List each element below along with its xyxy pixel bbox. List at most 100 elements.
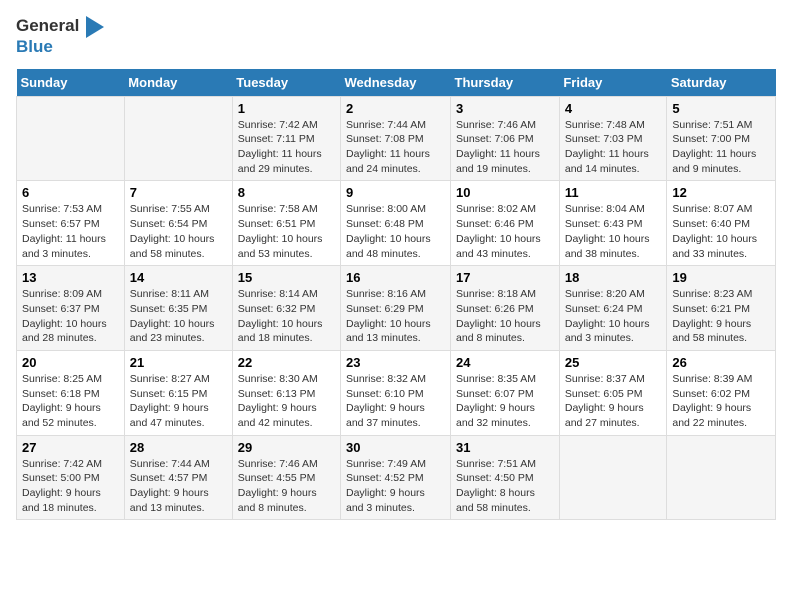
calendar-cell: 14Sunrise: 8:11 AM Sunset: 6:35 PM Dayli… bbox=[124, 266, 232, 351]
header-day-wednesday: Wednesday bbox=[341, 69, 451, 97]
calendar-cell: 19 Sunrise: 8:23 AM Sunset: 6:21 PM Dayli… bbox=[667, 266, 776, 351]
calendar-cell: 12 Sunrise: 8:07 AM Sunset: 6:40 PM Dayli… bbox=[667, 181, 776, 266]
day-number: 27 bbox=[22, 440, 119, 455]
day-info: Sunrise: 8:27 AM Sunset: 6:15 PM Dayligh… bbox=[130, 372, 227, 431]
day-number: 23 bbox=[346, 355, 445, 370]
day-number: 26 bbox=[672, 355, 770, 370]
header-day-friday: Friday bbox=[559, 69, 667, 97]
week-row-3: 13 Sunrise: 8:09 AM Sunset: 6:37 PM Dayli… bbox=[17, 266, 776, 351]
week-row-2: 6Sunrise: 7:53 AM Sunset: 6:57 PM Daylig… bbox=[17, 181, 776, 266]
calendar-cell: 27 Sunrise: 7:42 AM Sunset: 5:00 PM Dayli… bbox=[17, 435, 125, 520]
day-number: 1 bbox=[238, 101, 335, 116]
day-info: Sunrise: 8:00 AM Sunset: 6:48 PM Dayligh… bbox=[346, 202, 445, 261]
day-info: Sunrise: 8:30 AM Sunset: 6:13 PM Dayligh… bbox=[238, 372, 335, 431]
day-number: 20 bbox=[22, 355, 119, 370]
calendar-cell: 16Sunrise: 8:16 AM Sunset: 6:29 PM Dayli… bbox=[341, 266, 451, 351]
calendar-cell: 28Sunrise: 7:44 AM Sunset: 4:57 PM Dayli… bbox=[124, 435, 232, 520]
calendar-cell: 9 Sunrise: 8:00 AM Sunset: 6:48 PM Daylig… bbox=[341, 181, 451, 266]
calendar-cell: 21 Sunrise: 8:27 AM Sunset: 6:15 PM Dayli… bbox=[124, 350, 232, 435]
day-number: 6 bbox=[22, 185, 119, 200]
day-number: 13 bbox=[22, 270, 119, 285]
day-number: 16 bbox=[346, 270, 445, 285]
day-info: Sunrise: 7:58 AM Sunset: 6:51 PM Dayligh… bbox=[238, 202, 335, 261]
day-number: 15 bbox=[238, 270, 335, 285]
calendar-cell bbox=[124, 96, 232, 181]
calendar-cell: 4Sunrise: 7:48 AM Sunset: 7:03 PM Daylig… bbox=[559, 96, 667, 181]
calendar-cell: 23 Sunrise: 8:32 AM Sunset: 6:10 PM Dayli… bbox=[341, 350, 451, 435]
calendar-cell bbox=[559, 435, 667, 520]
calendar-cell: 3 Sunrise: 7:46 AM Sunset: 7:06 PM Daylig… bbox=[451, 96, 560, 181]
day-number: 5 bbox=[672, 101, 770, 116]
day-info: Sunrise: 8:02 AM Sunset: 6:46 PM Dayligh… bbox=[456, 202, 554, 261]
calendar-cell: 1 Sunrise: 7:42 AM Sunset: 7:11 PM Daylig… bbox=[232, 96, 340, 181]
calendar-table: SundayMondayTuesdayWednesdayThursdayFrid… bbox=[16, 69, 776, 521]
day-info: Sunrise: 7:55 AM Sunset: 6:54 PM Dayligh… bbox=[130, 202, 227, 261]
logo-blue: Blue bbox=[16, 37, 53, 56]
day-number: 22 bbox=[238, 355, 335, 370]
day-number: 29 bbox=[238, 440, 335, 455]
day-number: 10 bbox=[456, 185, 554, 200]
week-row-5: 27 Sunrise: 7:42 AM Sunset: 5:00 PM Dayli… bbox=[17, 435, 776, 520]
logo-arrow-icon bbox=[86, 16, 104, 38]
day-number: 17 bbox=[456, 270, 554, 285]
day-info: Sunrise: 8:23 AM Sunset: 6:21 PM Dayligh… bbox=[672, 287, 770, 346]
day-info: Sunrise: 8:32 AM Sunset: 6:10 PM Dayligh… bbox=[346, 372, 445, 431]
day-info: Sunrise: 8:37 AM Sunset: 6:05 PM Dayligh… bbox=[565, 372, 662, 431]
day-number: 8 bbox=[238, 185, 335, 200]
day-number: 7 bbox=[130, 185, 227, 200]
calendar-cell: 20 Sunrise: 8:25 AM Sunset: 6:18 PM Dayli… bbox=[17, 350, 125, 435]
week-row-4: 20 Sunrise: 8:25 AM Sunset: 6:18 PM Dayli… bbox=[17, 350, 776, 435]
calendar-cell: 6Sunrise: 7:53 AM Sunset: 6:57 PM Daylig… bbox=[17, 181, 125, 266]
day-number: 9 bbox=[346, 185, 445, 200]
calendar-cell: 17 Sunrise: 8:18 AM Sunset: 6:26 PM Dayli… bbox=[451, 266, 560, 351]
week-row-1: 1 Sunrise: 7:42 AM Sunset: 7:11 PM Daylig… bbox=[17, 96, 776, 181]
day-number: 3 bbox=[456, 101, 554, 116]
day-number: 25 bbox=[565, 355, 662, 370]
day-info: Sunrise: 7:48 AM Sunset: 7:03 PM Dayligh… bbox=[565, 118, 662, 177]
day-number: 30 bbox=[346, 440, 445, 455]
day-info: Sunrise: 8:07 AM Sunset: 6:40 PM Dayligh… bbox=[672, 202, 770, 261]
calendar-cell: 5 Sunrise: 7:51 AM Sunset: 7:00 PM Daylig… bbox=[667, 96, 776, 181]
day-info: Sunrise: 8:04 AM Sunset: 6:43 PM Dayligh… bbox=[565, 202, 662, 261]
day-number: 12 bbox=[672, 185, 770, 200]
day-info: Sunrise: 8:18 AM Sunset: 6:26 PM Dayligh… bbox=[456, 287, 554, 346]
calendar-cell: 7 Sunrise: 7:55 AM Sunset: 6:54 PM Daylig… bbox=[124, 181, 232, 266]
calendar-cell: 31Sunrise: 7:51 AM Sunset: 4:50 PM Dayli… bbox=[451, 435, 560, 520]
day-number: 19 bbox=[672, 270, 770, 285]
calendar-cell: 26 Sunrise: 8:39 AM Sunset: 6:02 PM Dayli… bbox=[667, 350, 776, 435]
header-day-monday: Monday bbox=[124, 69, 232, 97]
header-day-sunday: Sunday bbox=[17, 69, 125, 97]
day-info: Sunrise: 7:42 AM Sunset: 5:00 PM Dayligh… bbox=[22, 457, 119, 516]
day-number: 28 bbox=[130, 440, 227, 455]
day-info: Sunrise: 7:46 AM Sunset: 7:06 PM Dayligh… bbox=[456, 118, 554, 177]
day-info: Sunrise: 7:51 AM Sunset: 7:00 PM Dayligh… bbox=[672, 118, 770, 177]
day-info: Sunrise: 8:39 AM Sunset: 6:02 PM Dayligh… bbox=[672, 372, 770, 431]
calendar-cell: 2 Sunrise: 7:44 AM Sunset: 7:08 PM Daylig… bbox=[341, 96, 451, 181]
day-number: 14 bbox=[130, 270, 227, 285]
header: General Blue bbox=[16, 16, 776, 57]
day-info: Sunrise: 7:44 AM Sunset: 7:08 PM Dayligh… bbox=[346, 118, 445, 177]
logo-general: General bbox=[16, 16, 79, 35]
calendar-cell: 30Sunrise: 7:49 AM Sunset: 4:52 PM Dayli… bbox=[341, 435, 451, 520]
day-number: 21 bbox=[130, 355, 227, 370]
calendar-cell bbox=[17, 96, 125, 181]
header-day-tuesday: Tuesday bbox=[232, 69, 340, 97]
calendar-cell: 24Sunrise: 8:35 AM Sunset: 6:07 PM Dayli… bbox=[451, 350, 560, 435]
calendar-cell: 18Sunrise: 8:20 AM Sunset: 6:24 PM Dayli… bbox=[559, 266, 667, 351]
day-info: Sunrise: 7:42 AM Sunset: 7:11 PM Dayligh… bbox=[238, 118, 335, 177]
logo: General Blue bbox=[16, 16, 104, 57]
calendar-cell: 25 Sunrise: 8:37 AM Sunset: 6:05 PM Dayli… bbox=[559, 350, 667, 435]
calendar-cell: 29Sunrise: 7:46 AM Sunset: 4:55 PM Dayli… bbox=[232, 435, 340, 520]
day-info: Sunrise: 8:09 AM Sunset: 6:37 PM Dayligh… bbox=[22, 287, 119, 346]
day-info: Sunrise: 8:25 AM Sunset: 6:18 PM Dayligh… bbox=[22, 372, 119, 431]
calendar-cell bbox=[667, 435, 776, 520]
day-number: 2 bbox=[346, 101, 445, 116]
calendar-cell: 11Sunrise: 8:04 AM Sunset: 6:43 PM Dayli… bbox=[559, 181, 667, 266]
calendar-cell: 22 Sunrise: 8:30 AM Sunset: 6:13 PM Dayli… bbox=[232, 350, 340, 435]
day-info: Sunrise: 8:35 AM Sunset: 6:07 PM Dayligh… bbox=[456, 372, 554, 431]
day-info: Sunrise: 8:20 AM Sunset: 6:24 PM Dayligh… bbox=[565, 287, 662, 346]
calendar-cell: 15Sunrise: 8:14 AM Sunset: 6:32 PM Dayli… bbox=[232, 266, 340, 351]
calendar-cell: 13 Sunrise: 8:09 AM Sunset: 6:37 PM Dayli… bbox=[17, 266, 125, 351]
header-day-thursday: Thursday bbox=[451, 69, 560, 97]
header-day-saturday: Saturday bbox=[667, 69, 776, 97]
